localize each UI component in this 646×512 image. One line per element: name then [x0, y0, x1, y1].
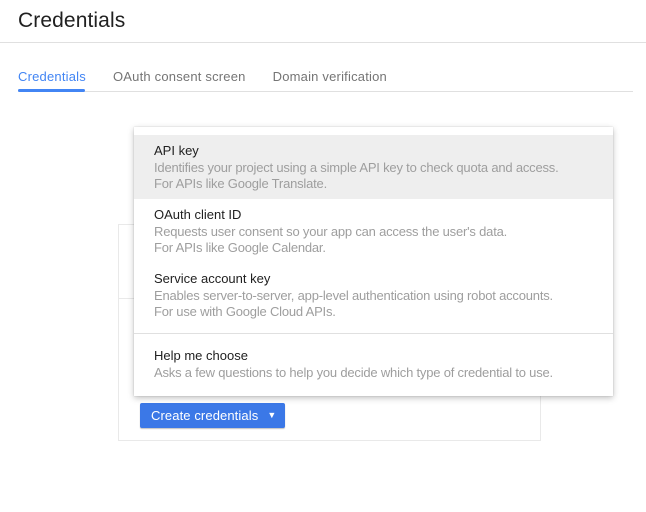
- menu-item-title: API key: [154, 143, 199, 158]
- menu-item-description: For APIs like Google Translate.: [154, 176, 327, 191]
- menu-divider: [134, 333, 613, 334]
- menu-item-description: For use with Google Cloud APIs.: [154, 304, 336, 319]
- tab-oauth-consent-screen[interactable]: OAuth consent screen: [113, 70, 246, 84]
- tab-bar: Credentials OAuth consent screen Domain …: [18, 70, 387, 84]
- caret-down-icon: ▼: [267, 410, 277, 420]
- menu-item-title: Service account key: [154, 271, 271, 286]
- menu-item-api-key[interactable]: API key Identifies your project using a …: [134, 135, 613, 199]
- create-credentials-button[interactable]: Create credentials ▼: [140, 403, 286, 428]
- menu-item-help-me-choose[interactable]: Help me choose Asks a few questions to h…: [134, 340, 613, 388]
- menu-item-description: Enables server-to-server, app-level auth…: [154, 288, 553, 303]
- header-divider: [0, 42, 646, 43]
- page-title: Credentials: [18, 9, 126, 32]
- tab-credentials[interactable]: Credentials: [18, 70, 86, 84]
- credentials-page: { "page": { "title": "Credentials" }, "t…: [0, 0, 646, 512]
- menu-item-title: OAuth client ID: [154, 207, 242, 222]
- active-tab-underline: [18, 89, 85, 92]
- menu-item-title: Help me choose: [154, 348, 248, 363]
- menu-item-description: For APIs like Google Calendar.: [154, 240, 326, 255]
- tab-domain-verification[interactable]: Domain verification: [273, 70, 387, 84]
- tabbar-baseline: [18, 91, 633, 92]
- menu-item-description: Requests user consent so your app can ac…: [154, 224, 508, 239]
- menu-item-oauth-client-id[interactable]: OAuth client ID Requests user consent so…: [134, 199, 613, 263]
- menu-item-description: Identifies your project using a simple A…: [154, 160, 559, 175]
- menu-item-service-account-key[interactable]: Service account key Enables server-to-se…: [134, 263, 613, 327]
- menu-item-description: Asks a few questions to help you decide …: [154, 365, 553, 380]
- create-credentials-label: Create credentials: [151, 408, 259, 423]
- create-credentials-menu: API key Identifies your project using a …: [134, 127, 613, 396]
